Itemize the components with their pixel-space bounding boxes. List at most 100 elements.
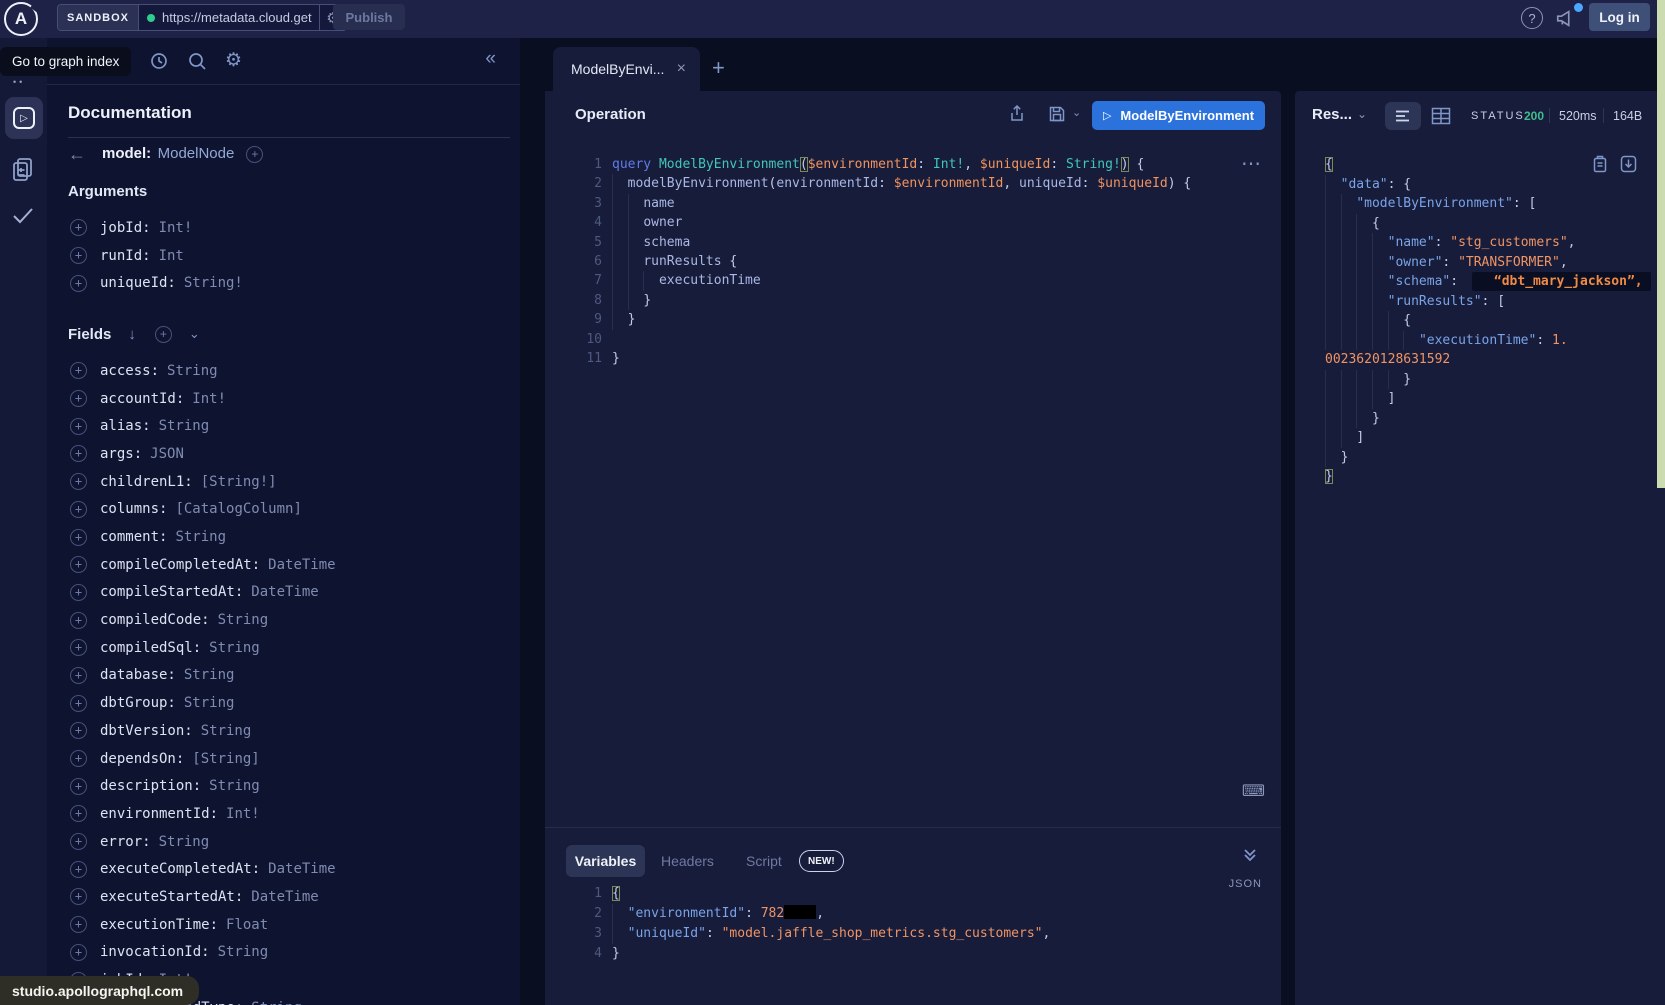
schema-field-row[interactable]: +description:String	[68, 772, 520, 800]
add-field-icon[interactable]: +	[70, 888, 87, 905]
add-field-icon[interactable]: +	[246, 146, 263, 163]
variables-tabbar: Variables Headers Script NEW!	[545, 828, 1281, 884]
schema-field-row[interactable]: +alias:String	[68, 412, 520, 440]
collapse-variables-icon[interactable]	[1241, 846, 1259, 864]
field-type: String	[209, 778, 260, 794]
collapse-panel-icon[interactable]: «	[485, 48, 496, 70]
field-type: String	[218, 944, 269, 960]
run-operation-button[interactable]: ▷ ModelByEnvironment	[1092, 101, 1265, 130]
add-field-icon[interactable]: +	[70, 390, 87, 407]
explorer-rail-item[interactable]: ▷	[5, 97, 43, 139]
share-icon[interactable]	[1008, 105, 1026, 123]
code-line: ]	[1325, 389, 1665, 409]
keyboard-shortcuts-icon[interactable]: ⌨	[1242, 781, 1265, 801]
add-field-icon[interactable]: +	[70, 778, 87, 795]
add-field-icon[interactable]: +	[70, 418, 87, 435]
download-response-icon[interactable]	[1620, 155, 1637, 173]
schema-field-row[interactable]: +compileCompletedAt:DateTime	[68, 551, 520, 579]
add-field-icon[interactable]: +	[70, 362, 87, 379]
schema-field-row[interactable]: +invocationId:String	[68, 939, 520, 967]
tab-close-icon[interactable]: ×	[677, 60, 686, 78]
add-field-icon[interactable]: +	[70, 667, 87, 684]
schema-field-row[interactable]: +dbtVersion:String	[68, 717, 520, 745]
schema-field-row[interactable]: +dbtGroup:String	[68, 689, 520, 717]
schema-field-row[interactable]: +comment:String	[68, 523, 520, 551]
add-field-icon[interactable]: +	[70, 275, 87, 292]
schema-rail-item[interactable]	[11, 156, 35, 184]
tab-headers[interactable]: Headers	[661, 853, 714, 869]
add-field-icon[interactable]: +	[70, 501, 87, 518]
schema-field-row[interactable]: +executeStartedAt:DateTime	[68, 883, 520, 911]
schema-field-row[interactable]: +columns:[CatalogColumn]	[68, 496, 520, 524]
checks-rail-item[interactable]	[10, 203, 36, 227]
add-field-icon[interactable]: +	[70, 529, 87, 546]
add-all-fields-icon[interactable]: +	[155, 326, 172, 343]
add-field-icon[interactable]: +	[70, 861, 87, 878]
schema-field-row[interactable]: +accountId:Int!	[68, 385, 520, 413]
tab-variables[interactable]: Variables	[566, 845, 645, 877]
add-field-icon[interactable]: +	[70, 639, 87, 656]
schema-field-row[interactable]: +access:String	[68, 357, 520, 385]
schema-field-row[interactable]: +database:String	[68, 662, 520, 690]
schema-field-row[interactable]: +compiledSql:String	[68, 634, 520, 662]
variables-editor[interactable]: 1{2"environmentId": 782,3"uniqueId": "mo…	[545, 884, 1281, 964]
field-type: String	[184, 695, 235, 711]
save-icon[interactable]	[1048, 105, 1066, 123]
sort-icon[interactable]: ↓	[128, 326, 136, 343]
add-field-icon[interactable]: +	[70, 473, 87, 490]
field-type: DateTime	[251, 889, 318, 905]
tab-modelbyenvironment[interactable]: ModelByEnvi... ×	[553, 47, 700, 91]
save-dropdown-icon[interactable]: ⌄	[1072, 106, 1081, 119]
add-tab-button[interactable]: +	[712, 55, 725, 81]
schema-field-row[interactable]: +executeCompletedAt:DateTime	[68, 855, 520, 883]
link-status-bar: studio.apollographql.com	[0, 976, 199, 1005]
add-field-icon[interactable]: +	[70, 584, 87, 601]
tab-script[interactable]: Script	[746, 853, 782, 869]
publish-button[interactable]: Publish	[333, 4, 405, 30]
schema-field-row[interactable]: +uniqueId:String!	[68, 269, 520, 297]
schema-field-row[interactable]: +executionTime:Float	[68, 911, 520, 939]
model-type-link[interactable]: ModelNode	[158, 145, 235, 162]
graph-index-icon[interactable]: ••	[13, 77, 25, 87]
add-field-icon[interactable]: +	[70, 805, 87, 822]
schema-field-row[interactable]: +dependsOn:[String]	[68, 745, 520, 773]
code-line: "owner": "TRANSFORMER",	[1325, 253, 1665, 273]
login-button[interactable]: Log in	[1589, 3, 1650, 31]
add-field-icon[interactable]: +	[70, 247, 87, 264]
field-type: String	[175, 529, 226, 545]
graphql-editor[interactable]: 1query ModelByEnvironment($environmentId…	[545, 140, 1281, 368]
add-field-icon[interactable]: +	[70, 445, 87, 462]
status-label: STATUS	[1471, 110, 1525, 122]
add-field-icon[interactable]: +	[70, 722, 87, 739]
view-table-toggle[interactable]	[1431, 107, 1451, 125]
add-field-icon[interactable]: +	[70, 916, 87, 933]
schema-field-row[interactable]: +args:JSON	[68, 440, 520, 468]
history-icon[interactable]	[149, 51, 169, 71]
search-icon[interactable]	[187, 51, 207, 71]
chevron-down-icon[interactable]: ⌄	[189, 326, 200, 342]
schema-field-row[interactable]: +jobId:Int!	[68, 214, 520, 242]
schema-field-row[interactable]: +childrenL1:[String!]	[68, 468, 520, 496]
apollo-logo[interactable]: A	[4, 2, 38, 36]
schema-field-row[interactable]: +error:String	[68, 828, 520, 856]
schema-field-row[interactable]: +environmentId:Int!	[68, 800, 520, 828]
add-field-icon[interactable]: +	[70, 833, 87, 850]
schema-field-row[interactable]: +compileStartedAt:DateTime	[68, 579, 520, 607]
settings-gear-icon[interactable]: ⚙	[225, 51, 245, 71]
response-dropdown-icon[interactable]: ⌄	[1357, 107, 1367, 121]
add-field-icon[interactable]: +	[70, 219, 87, 236]
add-field-icon[interactable]: +	[70, 556, 87, 573]
schema-field-row[interactable]: +runId:Int	[68, 242, 520, 270]
view-tree-toggle[interactable]	[1385, 102, 1421, 130]
add-field-icon[interactable]: +	[70, 695, 87, 712]
help-icon[interactable]: ?	[1521, 7, 1543, 29]
editor-more-icon[interactable]: ⋯	[1241, 151, 1263, 176]
add-field-icon[interactable]: +	[70, 944, 87, 961]
schema-field-row[interactable]: +compiledCode:String	[68, 606, 520, 634]
operation-header: Operation ⌄ ▷ ModelByEnvironment	[545, 91, 1281, 140]
add-field-icon[interactable]: +	[70, 750, 87, 767]
add-field-icon[interactable]: +	[70, 612, 87, 629]
back-arrow-icon[interactable]: ←	[68, 144, 92, 165]
endpoint-url-input[interactable]: https://metadata.cloud.get	[139, 5, 319, 30]
copy-response-icon[interactable]	[1592, 155, 1608, 173]
